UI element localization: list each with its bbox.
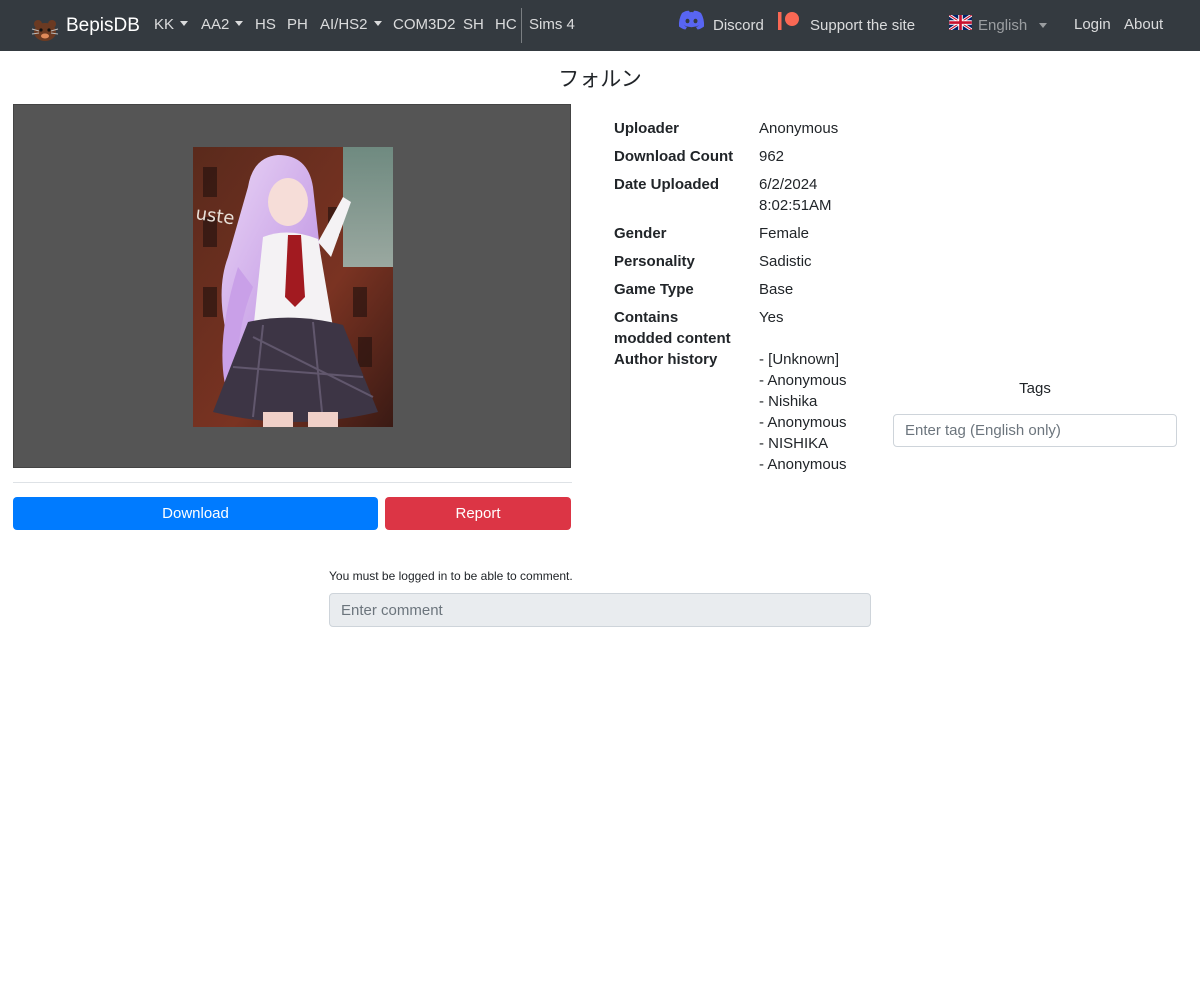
uk-flag-icon (948, 1, 973, 51)
personality-label: Personality (614, 253, 695, 270)
nav-divider (521, 8, 522, 43)
nav-ph[interactable]: PH (287, 0, 308, 51)
nav-hs[interactable]: HS (255, 0, 276, 51)
nav-kk[interactable]: KK (154, 0, 188, 51)
character-card-image: uste (193, 147, 393, 427)
modded-label-line1: Contains (614, 309, 679, 326)
support-link[interactable]: Support the site (778, 0, 915, 51)
tag-input[interactable] (893, 414, 1177, 447)
author-history-label: Author history (614, 351, 718, 368)
comment-input[interactable] (329, 593, 871, 627)
game-type-value: Base (759, 281, 794, 298)
download-count-value: 962 (759, 148, 785, 165)
login-link[interactable]: Login (1074, 0, 1111, 51)
author-history-entry: - [Unknown] (759, 351, 840, 368)
download-button[interactable]: Download (13, 497, 378, 530)
card-image-panel: uste (13, 104, 571, 468)
patreon-icon (778, 1, 800, 51)
uploader-label: Uploader (614, 120, 680, 137)
personality-value: Sadistic (759, 253, 812, 270)
date-uploaded-label: Date Uploaded (614, 176, 720, 193)
nav-ai-hs2[interactable]: AI/HS2 (320, 0, 382, 51)
author-history-entry: - Nishika (759, 393, 818, 410)
nav-hc[interactable]: HC (495, 0, 517, 51)
modded-label-line2: modded content (614, 330, 731, 347)
card-title: フォルン (558, 67, 642, 91)
nav-com3d2[interactable]: COM3D2 (393, 0, 456, 51)
support-label: Support the site (810, 16, 916, 34)
report-button[interactable]: Report (385, 497, 571, 530)
game-type-label: Game Type (614, 281, 694, 298)
gender-value: Female (759, 225, 810, 242)
nav-aa2[interactable]: AA2 (201, 0, 243, 51)
brand-name: BepisDB (66, 14, 140, 36)
section-divider (13, 482, 572, 483)
date-uploaded-date: 6/2/2024 (759, 176, 818, 193)
bepis-logo-icon (30, 13, 60, 41)
author-history-entry: - Anonymous (759, 414, 847, 431)
date-uploaded-time: 8:02:51AM (759, 197, 832, 214)
discord-link[interactable]: Discord (678, 0, 764, 51)
about-link[interactable]: About (1124, 0, 1163, 51)
nav-sims4[interactable]: Sims 4 (529, 0, 575, 51)
author-history-entry: - Anonymous (759, 456, 847, 473)
brand-link[interactable]: BepisDB (30, 0, 140, 51)
nav-sh[interactable]: SH (463, 0, 484, 51)
language-label: English (978, 16, 1028, 34)
discord-icon (678, 1, 705, 51)
comment-login-note: You must be logged in to be able to comm… (329, 569, 573, 583)
author-history-entry: - Anonymous (759, 372, 847, 389)
download-count-label: Download Count (614, 148, 734, 165)
uploader-value: Anonymous (759, 120, 839, 137)
modded-value: Yes (759, 309, 784, 326)
gender-label: Gender (614, 225, 667, 242)
discord-label: Discord (713, 16, 764, 34)
top-navbar: BepisDB KK AA2 HS PH AI/HS2 COM3D2 SH HC… (0, 0, 1200, 51)
author-history-entry: - NISHIKA (759, 435, 829, 452)
language-dropdown[interactable]: English (948, 0, 1047, 51)
tags-heading: Tags (1019, 380, 1051, 397)
